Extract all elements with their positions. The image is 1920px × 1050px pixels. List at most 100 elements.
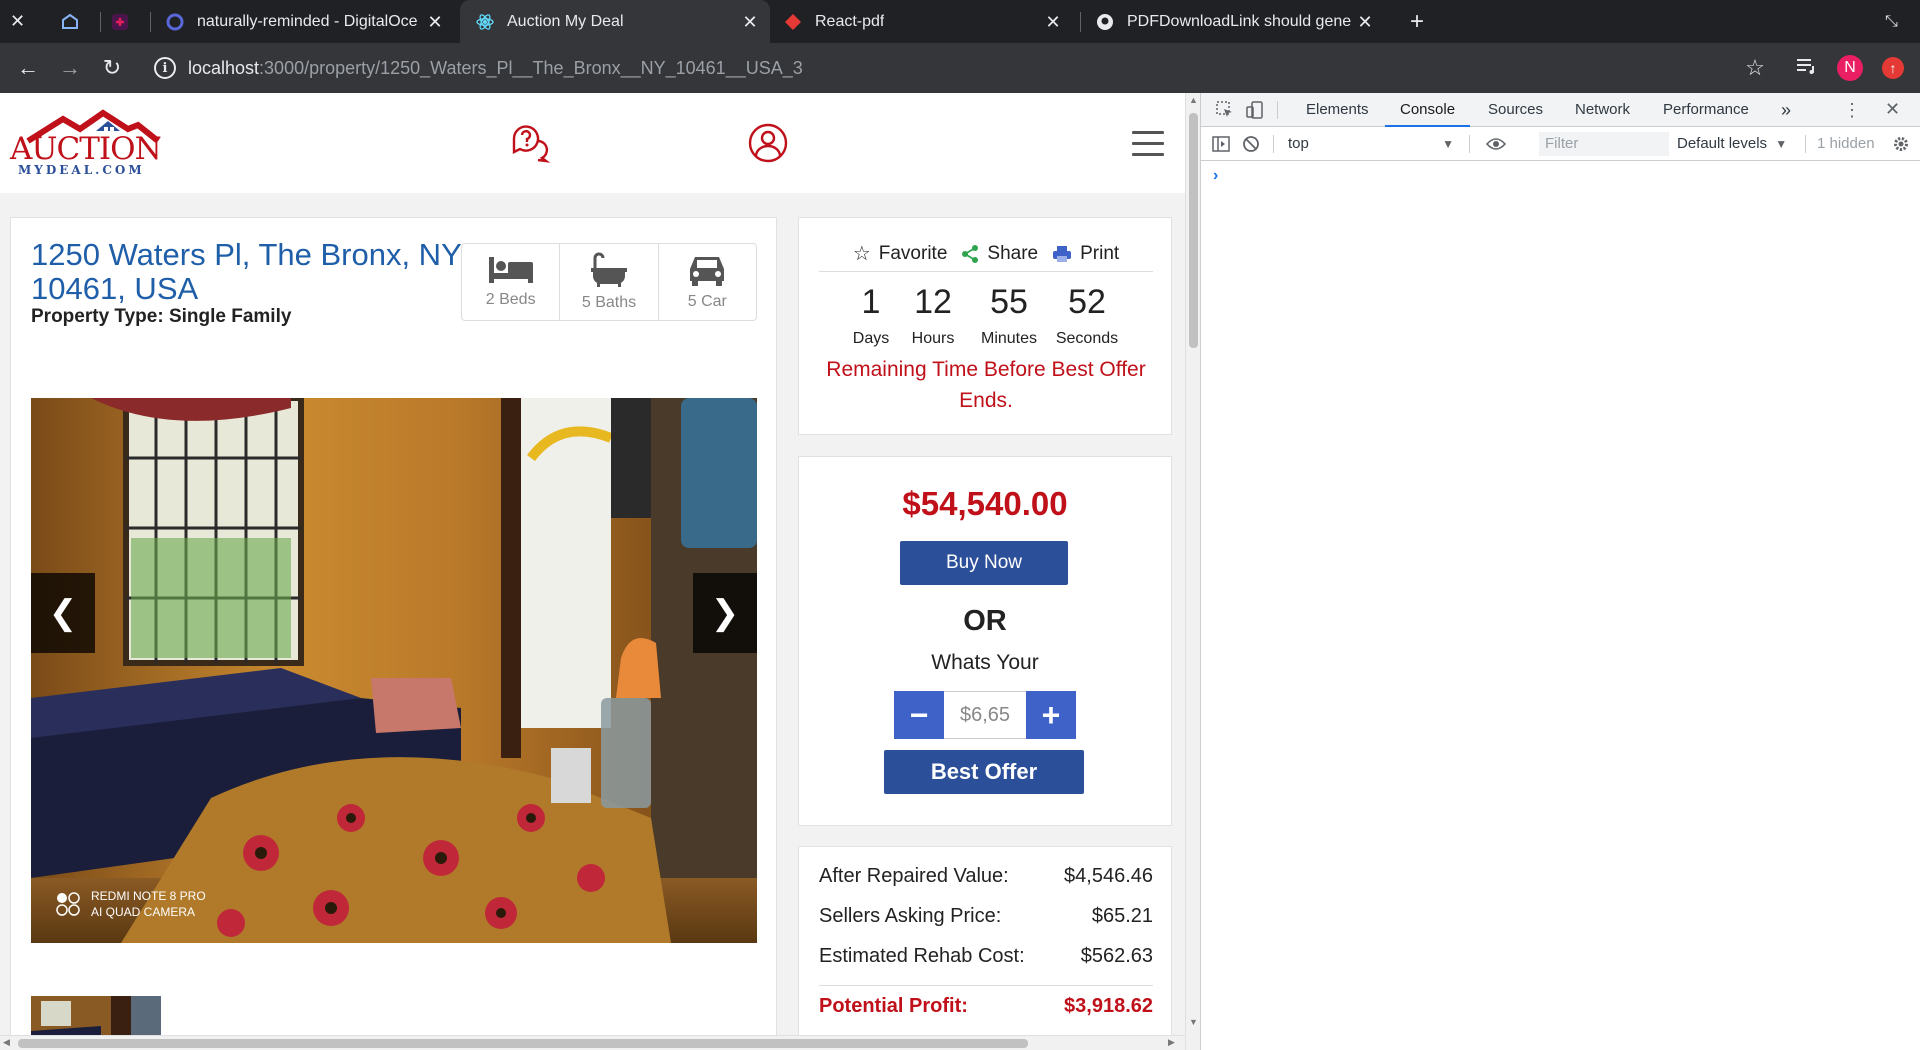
close-icon[interactable]: ✕ (740, 12, 760, 32)
tab-auction-my-deal[interactable]: Auction My Deal ✕ (460, 0, 770, 43)
scroll-left-icon[interactable]: ◀ (3, 1037, 10, 1048)
user-circle-icon[interactable] (748, 123, 788, 163)
sidebar-toggle-icon[interactable] (1211, 134, 1231, 154)
live-expression-icon[interactable] (1486, 134, 1506, 154)
carousel-prev-button[interactable]: ❮ (31, 573, 95, 653)
devtools-tab-elements[interactable]: Elements (1306, 93, 1369, 127)
hamburger-icon[interactable] (1132, 131, 1164, 156)
decrease-offer-button[interactable]: − (894, 691, 944, 739)
context-selector[interactable]: top ▼ (1288, 133, 1458, 155)
property-address: 1250 Waters Pl, The Bronx, NY 10461, USA (31, 237, 462, 306)
console-prompt[interactable]: › (1213, 167, 1218, 185)
star-icon[interactable]: ☆ (1745, 55, 1765, 81)
question-chat-icon[interactable] (510, 123, 551, 163)
close-icon[interactable]: ✕ (10, 11, 25, 32)
avatar[interactable]: N (1837, 55, 1863, 81)
devtools-tab-console[interactable]: Console (1385, 93, 1471, 127)
property-photo[interactable]: ❮ ❯ REDMI NOTE 8 PRO AI QUAD CAMERA (31, 398, 757, 943)
close-icon[interactable]: ✕ (425, 12, 445, 32)
star-outline-icon[interactable]: ☆ (853, 241, 871, 266)
chevron-right-icon[interactable]: ❯ (711, 593, 740, 633)
playlist-icon[interactable] (1796, 55, 1818, 81)
info-icon[interactable]: i (154, 57, 176, 79)
log-levels-dropdown[interactable]: Default levels ▼ (1677, 133, 1787, 155)
window-resize-button[interactable]: ⤡ (1885, 0, 1910, 43)
devtools-tab-network[interactable]: Network (1575, 93, 1630, 127)
chevron-left-icon[interactable]: ❮ (49, 593, 78, 633)
devtools-panel: Elements Console Sources Network Perform… (1200, 93, 1920, 1050)
tab-separator (100, 12, 101, 32)
forward-button[interactable]: → (55, 53, 85, 83)
console-filter-input[interactable]: Filter (1539, 132, 1669, 156)
arrow-left-icon[interactable]: ← (17, 55, 39, 81)
media-button[interactable] (1792, 53, 1822, 83)
device-toolbar-icon[interactable] (1245, 100, 1265, 120)
address-bar[interactable]: i localhost:3000/property/1250_Waters_Pl… (140, 49, 1770, 87)
reload-button[interactable]: ↻ (97, 53, 127, 83)
close-icon[interactable]: ✕ (1043, 12, 1063, 32)
clear-console-icon[interactable] (1241, 134, 1261, 154)
property-features: 2 Beds 5 Baths 5 Car (461, 243, 757, 321)
tab-slack[interactable] (110, 0, 140, 43)
offer-amount-input[interactable] (944, 691, 1026, 739)
url-text[interactable]: localhost:3000/property/1250_Waters_Pl__… (188, 58, 803, 79)
favorite-button[interactable]: ☆ Favorite (853, 241, 948, 266)
countdown-value: 55 (990, 283, 1028, 321)
close-icon[interactable]: ✕ (1355, 12, 1375, 32)
scrollbar-thumb[interactable] (18, 1039, 1028, 1048)
carousel-next-button[interactable]: ❯ (693, 573, 757, 653)
printer-icon[interactable] (1052, 245, 1072, 263)
menu-button[interactable] (1132, 131, 1164, 157)
buy-now-button[interactable]: Buy Now (900, 541, 1068, 585)
devtools-tab-sources[interactable]: Sources (1488, 93, 1543, 127)
page-vertical-scrollbar[interactable]: ▲ ▼ (1185, 93, 1200, 1050)
site-header: AUCTION MYDEAL.COM (0, 93, 1185, 193)
tab-react-pdf[interactable]: React-pdf ✕ (783, 0, 1073, 43)
countdown-unit: Hours (911, 330, 955, 347)
close-devtools-icon[interactable]: ✕ (1885, 99, 1900, 120)
share-label: Share (987, 242, 1039, 264)
new-tab-button[interactable]: + (1410, 0, 1440, 43)
settings-gear-icon[interactable] (1891, 134, 1911, 154)
site-logo[interactable]: AUCTION MYDEAL.COM (8, 107, 173, 177)
update-arrow-icon[interactable]: ↑ (1882, 57, 1904, 79)
reload-icon[interactable]: ↻ (103, 55, 121, 81)
page-horizontal-scrollbar[interactable]: ◀ ▶ (0, 1035, 1185, 1050)
scroll-up-icon[interactable]: ▲ (1189, 95, 1198, 105)
arrow-right-icon[interactable]: → (59, 55, 81, 81)
share-button[interactable]: Share (961, 243, 1038, 265)
inspect-element-icon[interactable] (1215, 100, 1235, 120)
increase-offer-button[interactable]: + (1026, 691, 1076, 739)
share-icon[interactable] (961, 244, 979, 263)
devtools-tab-performance[interactable]: Performance (1663, 93, 1749, 127)
tab-digitalocean[interactable]: naturally-reminded - DigitalOce ✕ (165, 0, 455, 43)
back-button[interactable]: ← (13, 53, 43, 83)
countdown-card: ☆ Favorite Share Print 1 Days 12 Hours 5… (798, 217, 1172, 435)
profile-button[interactable]: N (1835, 53, 1865, 83)
bookmark-button[interactable]: ☆ (1740, 53, 1770, 83)
scroll-right-icon[interactable]: ▶ (1168, 1037, 1175, 1048)
tab-title: PDFDownloadLink should gene (1127, 12, 1352, 30)
arv-label: After Repaired Value: (819, 865, 1009, 887)
best-offer-button[interactable]: Best Offer (884, 750, 1084, 794)
more-tabs-button[interactable]: » (1781, 93, 1791, 127)
minus-icon[interactable]: − (910, 697, 929, 734)
minimize-arrows-icon[interactable]: ⤡ (1885, 13, 1898, 31)
camera-logo-icon (56, 892, 80, 916)
tab-close-button[interactable]: ✕ (10, 0, 40, 43)
plus-icon[interactable]: + (1042, 697, 1061, 734)
digitalocean-icon (165, 12, 185, 32)
kebab-menu-icon[interactable]: ⋮ (1843, 101, 1861, 119)
asking-price-row: Sellers Asking Price: $65.21 (819, 905, 1153, 928)
scroll-down-icon[interactable]: ▼ (1189, 1017, 1198, 1027)
print-button[interactable]: Print (1052, 243, 1119, 265)
camera-watermark: REDMI NOTE 8 PRO AI QUAD CAMERA (55, 888, 206, 920)
rehab-value: $562.63 (1080, 945, 1153, 967)
plus-icon[interactable]: + (1410, 8, 1424, 36)
update-button[interactable]: ↑ (1878, 53, 1908, 83)
scrollbar-thumb[interactable] (1189, 113, 1198, 348)
tab-app[interactable] (60, 0, 90, 43)
user-account-button[interactable] (748, 123, 788, 163)
help-chat-button[interactable] (510, 123, 551, 163)
tab-github[interactable]: PDFDownloadLink should gene ✕ (1095, 0, 1385, 43)
